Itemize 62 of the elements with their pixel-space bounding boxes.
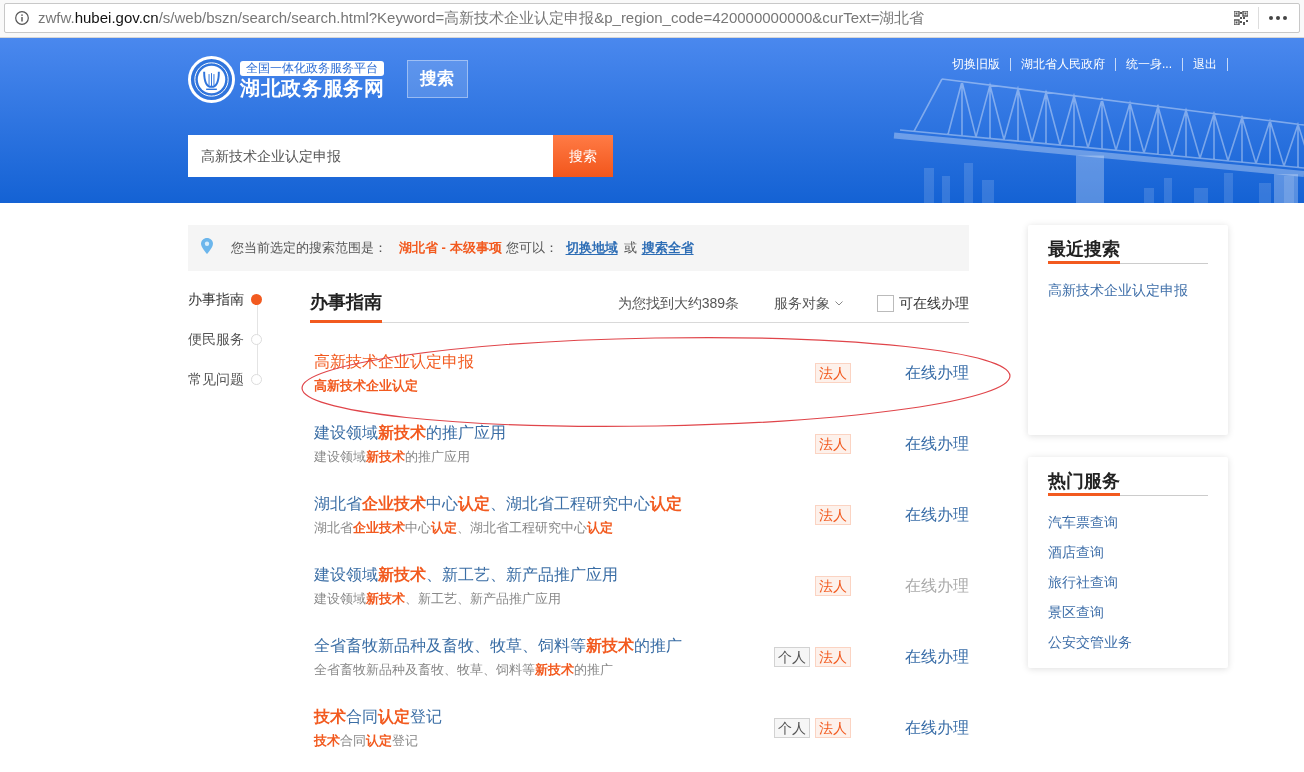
header-link[interactable]: 切换旧版 [942,57,1011,71]
checkbox[interactable] [877,294,894,312]
audience-tag: 法人 [815,433,851,454]
online-service-link[interactable]: 在线办理 [905,645,969,668]
audience-tag: 法人 [815,504,851,525]
online-service-link[interactable]: 在线办理 [905,716,969,739]
sidebar-link[interactable]: 景区查询 [1048,597,1104,627]
audience-tag: 法人 [815,646,851,667]
sidebar-link[interactable]: 酒店查询 [1048,537,1104,567]
nav-item[interactable]: 便民服务 [188,319,262,359]
section-title: 办事指南 [310,289,382,323]
result-title-link[interactable]: 技术合同认定登记 [314,705,442,728]
audience-tag: 法人 [815,575,851,596]
audience-tag: 法人 [815,717,851,738]
scope-prompt: 您可以： [505,239,558,258]
sidebar-link[interactable]: 高新技术企业认定申报 [1048,275,1188,305]
scope-label: 您当前选定的搜索范围是： [231,239,387,258]
scope-value: 湖北省 - 本级事项 [399,239,502,258]
chevron-down-icon [835,300,843,306]
nav-item[interactable]: 办事指南 [188,279,262,319]
audience-tag: 个人 [774,646,810,667]
result-subtitle: 湖北省企业技术中心认定、湖北省工程研究中心认定 [314,518,613,537]
result-title-link[interactable]: 建设领域新技术的推广应用 [314,421,506,444]
nav-item[interactable]: 常见问题 [188,359,262,399]
header-link[interactable]: 退出 [1183,57,1228,71]
result-subtitle: 高新技术企业认定 [314,376,418,395]
emblem-icon [188,56,235,103]
result-subtitle: 全省畜牧新品种及畜牧、牧草、饲料等新技术的推广 [314,660,613,679]
result-subtitle: 技术合同认定登记 [314,731,418,750]
more-icon[interactable] [1269,16,1287,20]
checkbox-label[interactable]: 可在线办理 [899,293,969,313]
result-title-link[interactable]: 全省畜牧新品种及畜牧、牧草、饲料等新技术的推广 [314,634,682,657]
result-count: 为您找到大约389条 [617,294,739,313]
online-service-link[interactable]: 在线办理 [905,432,969,455]
address-bar[interactable]: zwfw.hubei.gov.cn/s/web/bszn/search/search.html?Keyword=高新技术企业认定申报&p_region_code=420000000000&curText=湖北省 [4,3,1300,33]
search-tab[interactable]: 搜索 [406,60,468,98]
online-service-link[interactable]: 在线办理 [905,503,969,526]
header-link[interactable]: 统一身... [1116,57,1183,71]
card-title: 最近搜索 [1048,237,1120,264]
site-name: 湖北政务服务网 [240,77,385,99]
sidebar-link[interactable]: 旅行社查询 [1048,567,1118,597]
scope-link[interactable]: 搜索全省 [641,238,694,258]
sidebar-link[interactable]: 公安交管业务 [1048,627,1132,657]
qr-code-icon[interactable] [1234,11,1248,25]
filter-dropdown[interactable]: 服务对象 [774,293,843,313]
location-pin-icon [201,238,213,254]
result-subtitle: 建设领域新技术的推广应用 [314,447,470,466]
online-service-link[interactable]: 在线办理 [905,361,969,384]
info-icon[interactable] [15,11,29,25]
audience-tag: 法人 [815,362,851,383]
result-title-link[interactable]: 湖北省企业技术中心认定、湖北省工程研究中心认定 [314,492,682,515]
result-subtitle: 建设领域新技术、新工艺、新产品推广应用 [314,589,561,608]
result-title-link[interactable]: 建设领域新技术、新工艺、新产品推广应用 [314,563,618,586]
header-link[interactable]: 湖北省人民政府 [1011,57,1116,71]
platform-badge: 全国一体化政务服务平台 [240,61,384,76]
card-title: 热门服务 [1048,469,1120,496]
search-field[interactable]: 高新技术企业认定申报 [188,135,553,177]
scope-link[interactable]: 切换地域 [565,238,618,258]
sidebar-link[interactable]: 汽车票查询 [1048,507,1118,537]
search-button[interactable]: 搜索 [553,135,613,177]
audience-tag: 个人 [774,717,810,738]
scope-connector: 或 [623,239,637,258]
